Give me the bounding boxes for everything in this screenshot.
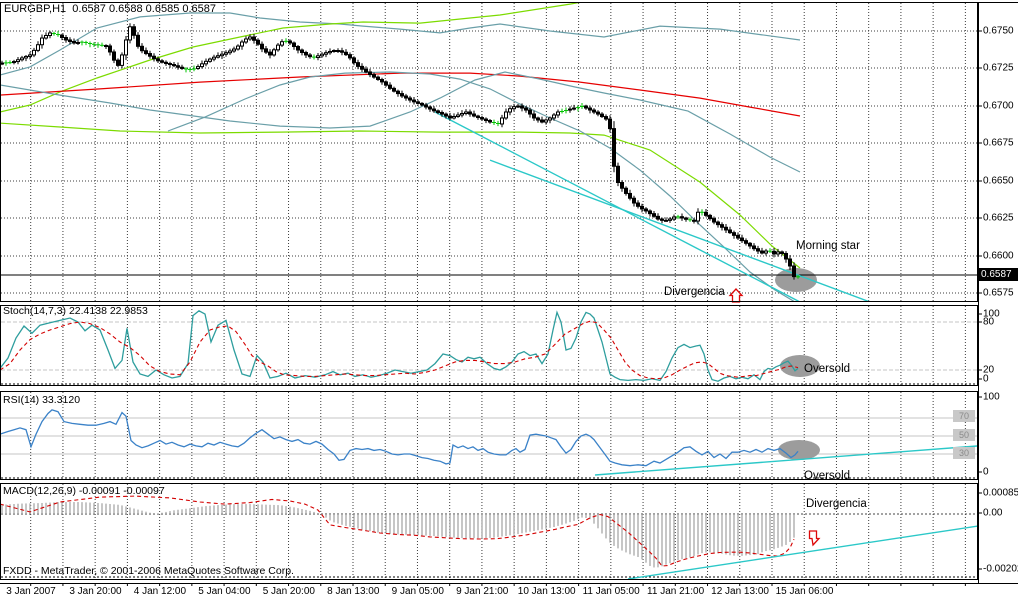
macd-tick-label: 0.00 xyxy=(983,507,1003,519)
time-label: 3 Jan 20:00 xyxy=(69,586,122,597)
macd-trendline xyxy=(627,525,977,579)
annotation-oversold[interactable]: Oversold xyxy=(804,470,850,482)
time-label: 9 Jan 05:00 xyxy=(391,586,444,597)
main-price-panel[interactable] xyxy=(0,0,977,302)
time-label: 12 Jan 13:00 xyxy=(711,586,769,597)
rsi-level-box: 70 xyxy=(953,410,975,422)
macd-tick-label: -0.00202 xyxy=(983,563,1018,575)
annotation-oversold[interactable]: Oversold xyxy=(804,363,850,375)
time-label: 8 Jan 13:00 xyxy=(327,586,380,597)
price-tick-label: 0.6700 xyxy=(983,100,1014,112)
price-tick-label: 0.6600 xyxy=(983,250,1014,262)
candles-series xyxy=(1,23,800,280)
time-label: 11 Jan 21:00 xyxy=(647,586,705,597)
time-label: 5 Jan 20:00 xyxy=(262,586,315,597)
time-label: 5 Jan 04:00 xyxy=(198,586,251,597)
envelope-lower-green xyxy=(1,122,801,269)
time-label: 15 Jan 06:00 xyxy=(775,586,834,597)
price-tick-label: 0.6750 xyxy=(983,25,1014,37)
time-label: 3 Jan 2007 xyxy=(6,586,56,597)
rsi-indicator-label: RSI(14) 33.3120 xyxy=(3,394,81,406)
time-label: 10 Jan 13:00 xyxy=(517,586,576,597)
rsi-level-box: 30 xyxy=(953,447,975,459)
price-tick-label: 0.6625 xyxy=(983,212,1014,224)
macd-tick-label: 0.00085 xyxy=(983,487,1018,499)
copyright-label: FXDD - MetaTrader, © 2001-2006 MetaQuote… xyxy=(3,565,294,577)
time-label: 4 Jan 12:00 xyxy=(133,586,187,597)
highlight-ellipse-rsi[interactable] xyxy=(778,440,820,460)
annotation-divergencia[interactable]: Divergencia xyxy=(806,498,867,510)
current-price-box: 0.6587 xyxy=(979,268,1018,281)
symbol-ohlc-label: EURGBP,H1 0.6587 0.6588 0.6585 0.6587 xyxy=(4,3,217,15)
time-label: 9 Jan 21:00 xyxy=(456,586,509,597)
stoch-tick-label: 80 xyxy=(983,316,995,328)
time-label: 11 Jan 05:00 xyxy=(582,586,640,597)
price-tick-label: 0.6650 xyxy=(983,175,1014,187)
rsi-tick-label: 100 xyxy=(983,391,1000,403)
rsi-tick-label: 0 xyxy=(983,466,989,478)
chart-canvas[interactable] xyxy=(0,0,1018,600)
price-tick-label: 0.6575 xyxy=(983,287,1014,299)
annotation-morning-star[interactable]: Morning star xyxy=(796,240,860,252)
price-tick-label: 0.6675 xyxy=(983,137,1014,149)
rsi-level-box: 50 xyxy=(953,429,975,441)
annotation-divergencia[interactable]: Divergencia xyxy=(664,286,725,298)
mt4-chart-window[interactable]: EURGBP,H1 0.6587 0.6588 0.6585 0.6587 St… xyxy=(0,0,1018,600)
rsi-panel[interactable] xyxy=(0,409,977,479)
price-tick-label: 0.6725 xyxy=(983,62,1014,74)
stoch-indicator-label: Stoch(14,7,3) 22.4138 22.9853 xyxy=(3,305,148,317)
macd-indicator-label: MACD(12,26,9) -0.00091 -0.00097 xyxy=(3,485,165,497)
stoch-tick-label: 0 xyxy=(983,373,989,385)
divergence-down-arrow[interactable] xyxy=(808,530,821,547)
macd-signal-line xyxy=(1,495,795,567)
